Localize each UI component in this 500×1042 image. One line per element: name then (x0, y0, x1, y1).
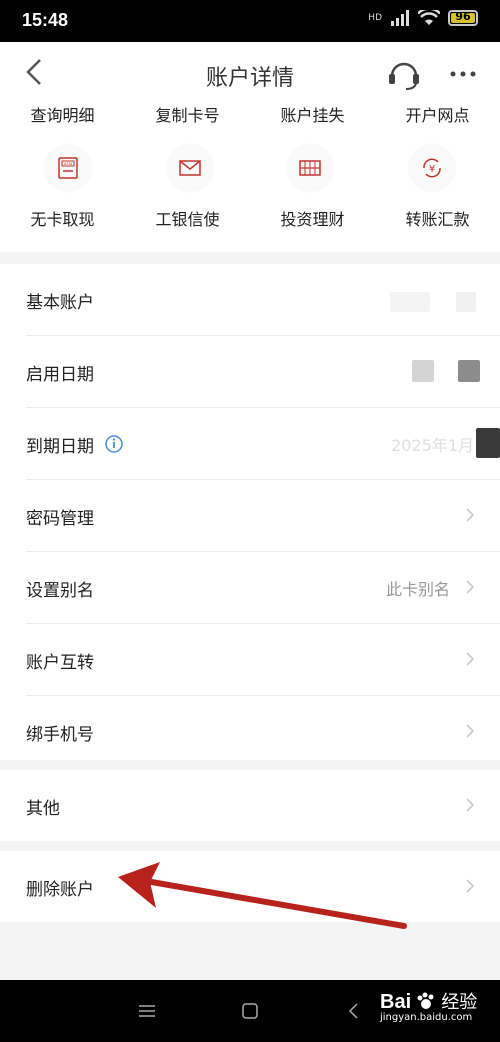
password-management-label: 密码管理 (26, 509, 94, 529)
other-section: 其他 (0, 770, 500, 841)
signal-icon (391, 10, 409, 26)
bind-phone-row[interactable]: 绑手机号 (26, 696, 500, 767)
service-grid: 查询明细 复制卡号 账户挂失 开户网点 ATM ¥ 无卡取现 工银信使 投资理财… (0, 104, 500, 252)
opening-branch-button[interactable]: 开户网点 (375, 102, 500, 126)
chevron-right-icon (466, 879, 475, 893)
chevron-right-icon (466, 508, 475, 522)
query-details-button[interactable]: 查询明细 (0, 102, 125, 126)
alias-value: 此卡别名 (385, 580, 450, 599)
basic-account-row: 基本账户 (26, 264, 500, 336)
chevron-right-icon (466, 798, 475, 812)
set-alias-label: 设置别名 (26, 581, 94, 601)
activation-date-row: 启用日期 (26, 336, 500, 408)
transfer-button[interactable]: 转账汇款 (375, 206, 500, 230)
watermark: Bai 经验 jingyan.baidu.com (380, 988, 496, 1036)
watermark-brand2: 经验 (441, 992, 478, 1013)
transfer-icon[interactable]: ¥ (410, 146, 454, 190)
more-icon[interactable] (446, 56, 480, 92)
battery-icon: 96 (448, 10, 478, 26)
watermark-url: jingyan.baidu.com (380, 1012, 473, 1023)
chevron-right-icon (466, 580, 475, 594)
activation-date-label: 启用日期 (26, 365, 94, 385)
masked-value (456, 292, 476, 312)
cardless-withdrawal-button[interactable]: 无卡取现 (0, 206, 125, 230)
delete-account-row[interactable]: 删除账户 (26, 851, 500, 922)
watermark-brand: Bai (380, 991, 412, 1013)
copy-card-number-button[interactable]: 复制卡号 (125, 102, 250, 126)
mail-icon[interactable] (168, 146, 212, 190)
status-icons: HD 96 (368, 10, 478, 26)
account-transfer-row[interactable]: 账户互转 (26, 624, 500, 696)
expiry-date-label: 到期日期 (26, 437, 94, 457)
back-nav-icon[interactable] (344, 1001, 364, 1021)
account-transfer-label: 账户互转 (26, 653, 94, 673)
masked-value (476, 428, 500, 458)
masked-value (390, 292, 430, 312)
info-icon[interactable] (104, 434, 124, 454)
other-label: 其他 (26, 799, 60, 819)
svg-text:ATM: ATM (64, 161, 72, 166)
nav-bar: 账户详情 (0, 42, 500, 104)
network-label: HD (368, 13, 382, 23)
chevron-right-icon (466, 652, 475, 666)
status-time: 15:48 (22, 10, 69, 30)
atm-icon[interactable]: ATM (46, 146, 90, 190)
customer-service-icon[interactable] (386, 56, 422, 92)
set-alias-row[interactable]: 设置别名 此卡别名 (26, 552, 500, 624)
page-title: 账户详情 (205, 66, 294, 91)
battery-level: 96 (455, 10, 471, 23)
home-icon[interactable] (240, 1001, 260, 1021)
delete-section: 删除账户 (0, 851, 500, 922)
account-detail-list: 基本账户 启用日期 到期日期 2025年1月 密码管理 设置别名 此卡别名 账户… (0, 264, 500, 760)
report-loss-button[interactable]: 账户挂失 (250, 102, 375, 126)
icbc-messenger-button[interactable]: 工银信使 (125, 206, 250, 230)
basic-account-label: 基本账户 (26, 293, 94, 313)
delete-account-label: 删除账户 (26, 880, 94, 900)
status-bar: 15:48 HD 96 (0, 0, 500, 42)
system-nav-bar: Bai 经验 jingyan.baidu.com (0, 980, 500, 1042)
other-row[interactable]: 其他 (26, 770, 500, 841)
expiry-date-value: 2025年1月 (391, 436, 474, 455)
bind-phone-label: 绑手机号 (26, 725, 94, 745)
masked-value (458, 360, 480, 382)
paw-icon (417, 992, 434, 1009)
abacus-icon[interactable] (288, 146, 332, 190)
chevron-right-icon (466, 724, 475, 738)
menu-icon[interactable] (137, 1001, 157, 1021)
password-management-row[interactable]: 密码管理 (26, 480, 500, 552)
masked-value (412, 360, 434, 382)
investment-button[interactable]: 投资理财 (250, 206, 375, 230)
wifi-icon (418, 10, 440, 25)
svg-text:¥: ¥ (429, 164, 435, 175)
expiry-date-row: 到期日期 2025年1月 (26, 408, 500, 480)
